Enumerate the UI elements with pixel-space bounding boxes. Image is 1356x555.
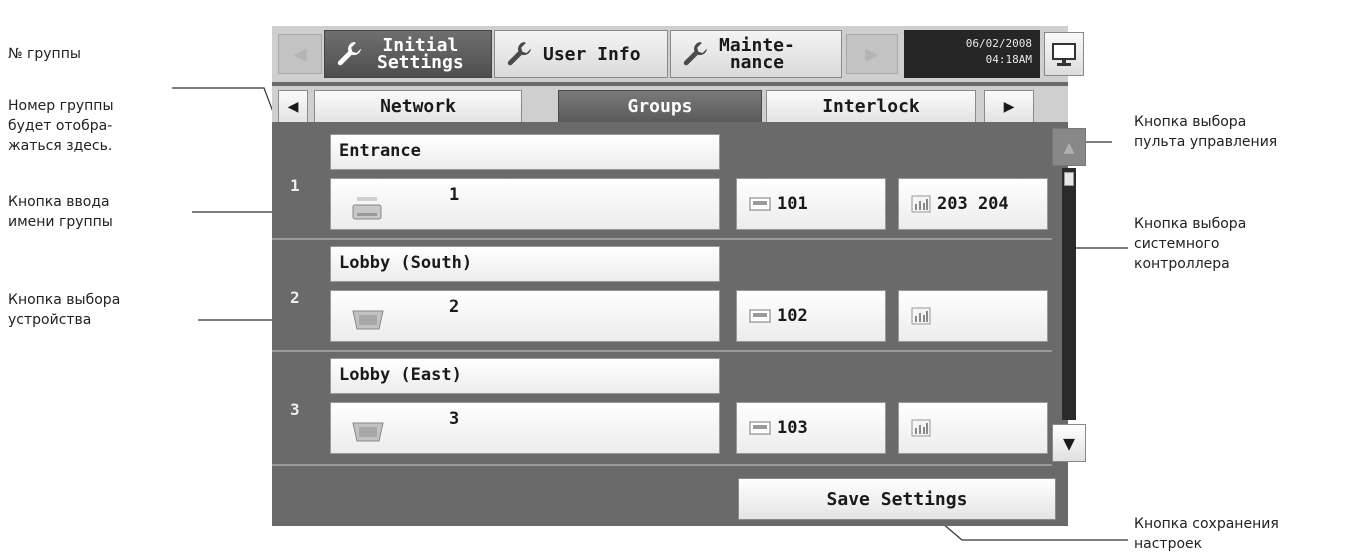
save-settings-button[interactable]: Save Settings — [738, 478, 1056, 520]
tab-user-info[interactable]: User Info — [494, 30, 668, 78]
triangle-left-icon: ◀ — [293, 41, 307, 67]
scroll-track[interactable] — [1062, 168, 1076, 420]
annotation-system-controller-button: Кнопка выбора системного контроллера — [1134, 216, 1247, 272]
vertical-scrollbar[interactable]: ▲ ▼ — [1052, 128, 1086, 464]
scroll-thumb[interactable] — [1064, 172, 1074, 186]
wrench-icon — [507, 42, 531, 66]
tab-groups[interactable]: Groups — [558, 90, 762, 122]
tab-user-info-label: User Info — [543, 43, 641, 65]
triangle-right-icon: ▶ — [1003, 96, 1015, 117]
monitor-icon — [1052, 43, 1076, 66]
group-name-button[interactable]: Lobby (South) — [330, 246, 720, 282]
triangle-right-icon: ▶ — [865, 41, 879, 67]
date-time-display: 06/02/2008 04:18AM — [904, 30, 1040, 78]
tab-maintenance[interactable]: Mainte- nance — [670, 30, 842, 78]
group-row: 1 Entrance 1 101 203 204 — [272, 130, 1052, 236]
scroll-down-button[interactable]: ▼ — [1052, 424, 1086, 462]
wrench-icon — [683, 42, 707, 66]
top-tab-bar: ◀ Initial Settings User Info Mainte- nan… — [272, 26, 1084, 82]
unit-address: 1 — [449, 185, 460, 205]
indoor-unit-icon — [352, 197, 382, 220]
system-controller-icon — [911, 195, 931, 213]
row-divider — [272, 464, 1052, 466]
remote-controller-icon — [749, 421, 771, 435]
remote-controller-button[interactable]: 103 — [736, 402, 886, 454]
monitor-button[interactable] — [1044, 32, 1084, 76]
annotation-group-no: № группы — [8, 46, 81, 62]
wrench-icon — [337, 42, 361, 66]
unit-select-button[interactable]: 2 — [330, 290, 720, 342]
remote-controller-address: 103 — [777, 418, 808, 438]
remote-controller-address: 101 — [777, 194, 808, 214]
indoor-unit-icon — [352, 310, 384, 330]
triangle-down-icon: ▼ — [1062, 431, 1076, 455]
next-tab-arrow-button[interactable]: ▶ — [846, 34, 898, 74]
device-screen: ◀ Initial Settings User Info Mainte- nan… — [272, 26, 1086, 526]
remote-controller-icon — [749, 309, 771, 323]
system-controller-button[interactable]: 203 204 — [898, 178, 1048, 230]
system-controller-button[interactable] — [898, 402, 1048, 454]
system-controller-icon — [911, 307, 931, 325]
remote-controller-button[interactable]: 102 — [736, 290, 886, 342]
unit-address: 3 — [449, 409, 460, 429]
tab-initial-settings[interactable]: Initial Settings — [324, 30, 492, 78]
annotation-group-number-note: Номер группы будет отобра- жаться здесь. — [8, 98, 114, 154]
group-number: 1 — [290, 176, 300, 195]
group-name-button[interactable]: Entrance — [330, 134, 720, 170]
group-row: 3 Lobby (East) 3 103 — [272, 352, 1052, 462]
unit-select-button[interactable]: 3 — [330, 402, 720, 454]
tab-interlock[interactable]: Interlock — [766, 90, 976, 122]
date-text: 06/02/2008 — [965, 37, 1032, 50]
group-name-button[interactable]: Lobby (East) — [330, 358, 720, 394]
sub-tab-bar: ◀ Network Groups Interlock ▶ — [272, 86, 1068, 122]
system-controller-button[interactable] — [898, 290, 1048, 342]
prev-tab-arrow-button[interactable]: ◀ — [278, 34, 322, 74]
group-number: 3 — [290, 400, 300, 419]
remote-controller-button[interactable]: 101 — [736, 178, 886, 230]
remote-controller-address: 102 — [777, 306, 808, 326]
tab-initial-settings-label: Initial Settings — [377, 35, 464, 73]
remote-controller-icon — [749, 197, 771, 211]
triangle-up-icon: ▲ — [1063, 136, 1075, 158]
unit-address: 2 — [449, 297, 460, 317]
annotation-unit-select-button: Кнопка выбора устройства — [8, 292, 121, 328]
time-text: 04:18AM — [985, 53, 1032, 66]
annotation-save-settings-button: Кнопка сохранения настроек — [1134, 516, 1279, 552]
system-controller-icon — [911, 419, 931, 437]
unit-select-button[interactable]: 1 — [330, 178, 720, 230]
scroll-up-button[interactable]: ▲ — [1052, 128, 1086, 166]
group-row: 2 Lobby (South) 2 102 — [272, 240, 1052, 348]
system-controller-addresses: 203 204 — [937, 194, 1009, 214]
group-number: 2 — [290, 288, 300, 307]
triangle-left-icon: ◀ — [287, 96, 299, 117]
tab-maintenance-label: Mainte- nance — [719, 35, 795, 73]
tab-network[interactable]: Network — [314, 90, 522, 122]
annotation-group-name-button: Кнопка ввода имени группы — [8, 194, 113, 230]
indoor-unit-icon — [352, 422, 384, 442]
annotation-remote-select-button: Кнопка выбора пульта управления — [1134, 114, 1278, 150]
subtab-next-button[interactable]: ▶ — [984, 90, 1034, 122]
subtab-prev-button[interactable]: ◀ — [278, 90, 308, 122]
